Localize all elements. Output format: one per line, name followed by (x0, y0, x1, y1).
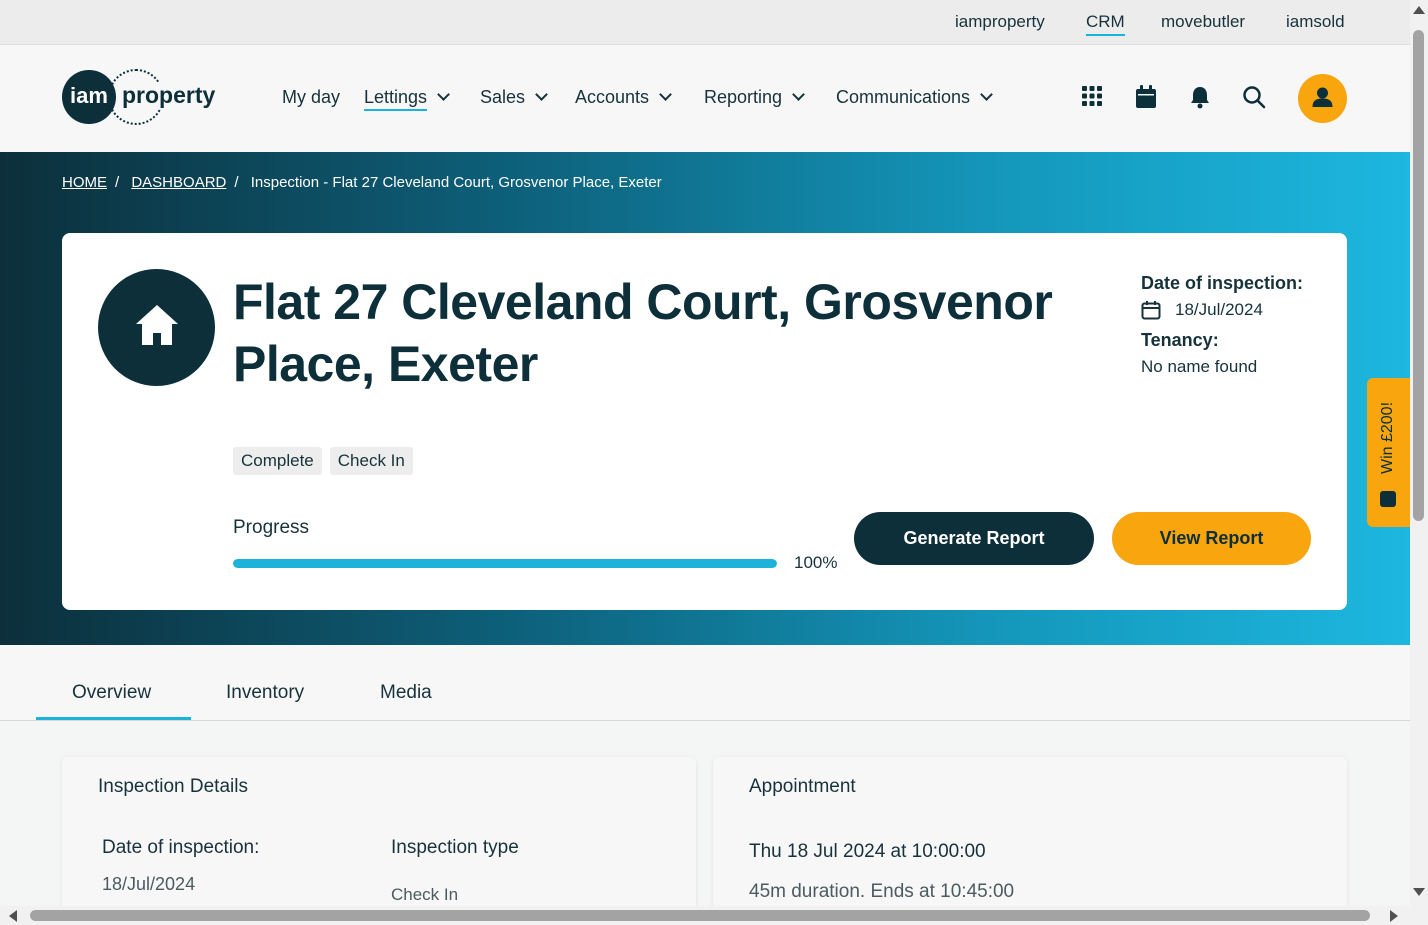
nav-label: My day (282, 87, 341, 107)
chevron-down-icon (437, 88, 450, 101)
breadcrumb-separator: / (115, 174, 120, 191)
user-avatar-button[interactable] (1298, 74, 1347, 123)
nav-lettings[interactable]: Lettings (364, 87, 450, 111)
search-icon[interactable] (1242, 85, 1266, 109)
chevron-down-icon (659, 88, 672, 101)
scroll-left-arrow[interactable] (9, 910, 17, 922)
house-icon (136, 305, 178, 345)
tab-overview[interactable]: Overview (72, 682, 151, 704)
date-of-inspection-label: Date of inspection: (102, 837, 260, 858)
nav-label: Communications (836, 87, 971, 107)
appointment-panel: Appointment Thu 18 Jul 2024 at 10:00:00 … (713, 757, 1347, 917)
progress-fill (233, 559, 777, 568)
nav-communications[interactable]: Communications (836, 87, 993, 108)
link-iamsold[interactable]: iamsold (1286, 12, 1345, 32)
hero-banner: HOME / DASHBOARD / Inspection - Flat 27 Cl… (0, 152, 1410, 645)
nav-accounts[interactable]: Accounts (575, 87, 672, 108)
main-header: iam property My day Lettings Sales Accou… (0, 45, 1410, 152)
nav-sales[interactable]: Sales (480, 87, 548, 108)
appointment-duration: 45m duration. Ends at 10:45:00 (749, 881, 1015, 902)
breadcrumb: HOME / DASHBOARD / Inspection - Flat 27 Cl… (62, 174, 662, 191)
status-badge: Complete (233, 447, 322, 475)
type-badge: Check In (329, 447, 413, 475)
property-card: Flat 27 Cleveland Court, Grosvenor Place… (62, 233, 1347, 610)
promo-side-tab[interactable]: Win £200! (1367, 378, 1410, 527)
view-report-button[interactable]: View Report (1112, 512, 1311, 565)
bell-icon[interactable] (1188, 85, 1212, 109)
link-crm[interactable]: CRM (1086, 12, 1125, 36)
utility-bar: iamproperty CRM movebutler iamsold (0, 0, 1410, 45)
horizontal-scroll-thumb[interactable] (30, 910, 1370, 921)
chevron-down-icon (980, 88, 993, 101)
scroll-right-arrow[interactable] (1390, 910, 1398, 922)
nav-label: Accounts (575, 87, 650, 107)
breadcrumb-separator: / (234, 174, 239, 191)
tenancy-label: Tenancy: (1141, 330, 1219, 350)
promo-label: Win £200! (1379, 401, 1396, 475)
nav-label: Lettings (364, 87, 428, 111)
link-iamproperty[interactable]: iamproperty (955, 12, 1045, 32)
chevron-down-icon (792, 88, 805, 101)
date-of-inspection-value: 18/Jul/2024 (102, 874, 196, 894)
logo[interactable]: iam property (62, 69, 222, 126)
user-icon (1312, 87, 1333, 107)
progress-percent: 100% (794, 553, 838, 572)
inspection-meta: Date of inspection: 18/Jul/2024 Tenancy:… (1141, 273, 1341, 377)
breadcrumb-current: Inspection - Flat 27 Cleveland Court, Gr… (250, 174, 662, 191)
nav-my-day[interactable]: My day (282, 87, 340, 108)
progress-bar (233, 559, 777, 568)
apps-grid-icon[interactable] (1081, 85, 1105, 109)
logo-wordmark: property (120, 82, 218, 109)
progress-label: Progress (233, 517, 310, 538)
appointment-datetime: Thu 18 Jul 2024 at 10:00:00 (749, 841, 986, 862)
tenancy-value: No name found (1141, 357, 1258, 376)
panel-title: Appointment (749, 776, 856, 797)
link-movebutler[interactable]: movebutler (1161, 12, 1245, 32)
panel-title: Inspection Details (98, 776, 248, 797)
logo-mark: iam (62, 70, 116, 124)
calendar-icon (1141, 301, 1161, 320)
date-of-inspection-label: Date of inspection: (1141, 273, 1304, 293)
generate-report-button[interactable]: Generate Report (854, 512, 1094, 565)
scroll-up-arrow[interactable] (1413, 6, 1425, 14)
breadcrumb-home[interactable]: HOME (62, 174, 107, 191)
date-of-inspection-value: 18/Jul/2024 (1175, 300, 1263, 319)
property-avatar (98, 269, 215, 386)
scroll-down-arrow[interactable] (1413, 888, 1425, 896)
vertical-scroll-thumb[interactable] (1413, 30, 1424, 521)
tab-media[interactable]: Media (380, 682, 432, 704)
property-title: Flat 27 Cleveland Court, Grosvenor Place… (233, 274, 1053, 392)
inspection-details-panel: Inspection Details Date of inspection: 1… (62, 757, 696, 917)
breadcrumb-dashboard[interactable]: DASHBOARD (131, 174, 226, 191)
status-tags: Complete Check In (233, 447, 413, 475)
active-tab-indicator (36, 717, 191, 720)
tab-bar: Overview Inventory Media (0, 645, 1410, 721)
smiley-icon (1380, 491, 1396, 507)
inspection-type-label: Inspection type (391, 837, 519, 858)
tab-inventory[interactable]: Inventory (226, 682, 304, 704)
date-of-inspection-row: 18/Jul/2024 (1141, 300, 1341, 320)
nav-label: Sales (480, 87, 526, 107)
nav-reporting[interactable]: Reporting (704, 87, 805, 108)
chevron-down-icon (535, 88, 548, 101)
inspection-type-value: Check In (391, 885, 459, 904)
calendar-icon[interactable] (1135, 85, 1159, 109)
nav-label: Reporting (704, 87, 783, 107)
